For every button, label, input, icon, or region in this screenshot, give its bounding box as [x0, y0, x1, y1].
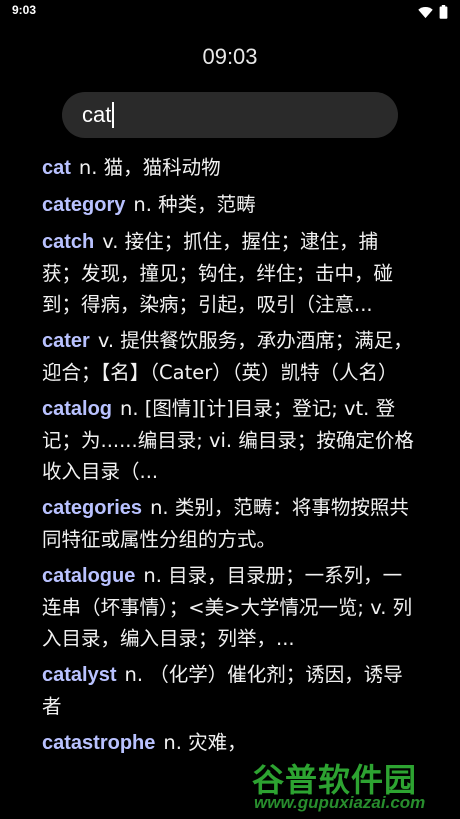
clock: 09:03 — [202, 44, 258, 69]
entry-word: catalogue — [42, 565, 136, 587]
list-item[interactable]: cat n. 猫，猫科动物 — [42, 152, 416, 184]
status-bar: 9:03 — [0, 0, 460, 22]
status-time: 9:03 — [12, 3, 37, 17]
search-input[interactable]: cat — [82, 102, 111, 128]
list-item[interactable]: catalyst n. （化学）催化剂；诱因，诱导者 — [42, 659, 416, 722]
search-box[interactable]: cat — [62, 92, 398, 138]
entry-word: category — [42, 194, 126, 216]
entry-definition: n. 猫，猫科动物 — [78, 156, 221, 179]
entry-definition: v. 提供餐饮服务，承办酒席；满足，迎合；【名】（Cater）（英）凯特（人名） — [42, 329, 413, 384]
battery-icon — [439, 4, 448, 23]
entry-word: catalyst — [42, 664, 117, 686]
entry-word: catalog — [42, 398, 113, 420]
wifi-icon — [418, 4, 433, 23]
list-item[interactable]: catalogue n. 目录，目录册；一系列，一连串（坏事情）；<美>大学情况一… — [42, 560, 416, 654]
entry-word: cat — [42, 157, 71, 179]
list-item[interactable]: catch v. 接住；抓住，握住；逮住，捕获；发现，撞见；钩住，绊住；击中，碰到… — [42, 226, 416, 320]
entry-definition: v. 接住；抓住，握住；逮住，捕获；发现，撞见；钩住，绊住；击中，碰到；得病，染… — [42, 230, 394, 316]
watermark: 谷普软件园 www.gupuxiazai.com — [252, 755, 457, 815]
entry-definition: n. 种类，范畴 — [133, 193, 256, 216]
list-item[interactable]: cater v. 提供餐饮服务，承办酒席；满足，迎合；【名】（Cater）（英）凯… — [42, 325, 416, 388]
status-icons — [418, 4, 448, 23]
text-cursor — [112, 102, 115, 128]
entry-word: cater — [42, 330, 90, 352]
list-item[interactable]: catalog n. [图情][计]目录；登记; vt. 登记；为......编目… — [42, 393, 416, 487]
list-item[interactable]: category n. 种类，范畴 — [42, 189, 416, 221]
entry-word: catch — [42, 231, 95, 253]
entry-word: categories — [42, 497, 143, 519]
results-list: cat n. 猫，猫科动物 category n. 种类，范畴 catch v. 接住；抓… — [42, 152, 416, 819]
entry-word: catastrophe — [42, 732, 156, 754]
watermark-url: www.gupuxiazai.com — [254, 793, 426, 812]
list-item[interactable]: categories n. 类别，范畴：将事物按照共同特征或属性分组的方式。 — [42, 492, 416, 555]
entry-definition: n. 灾难， — [163, 731, 247, 754]
